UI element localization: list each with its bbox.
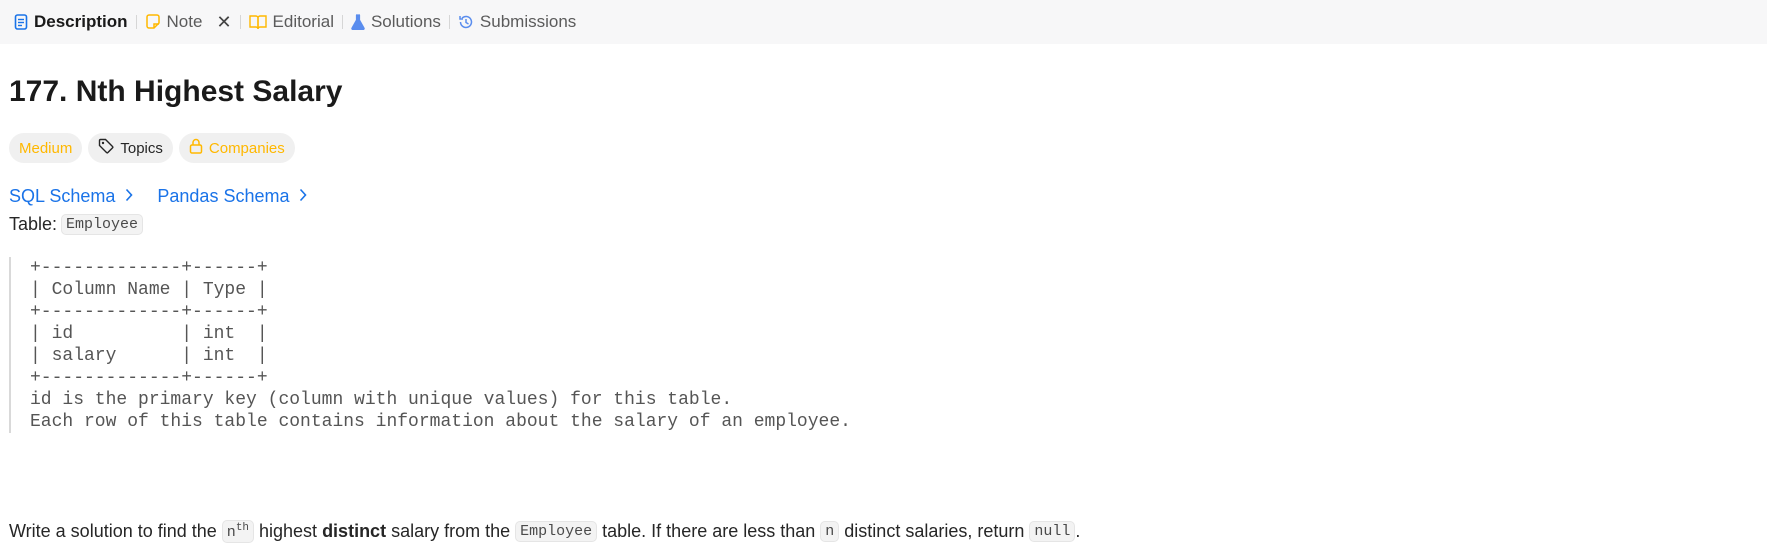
nth-code: nth bbox=[221, 520, 255, 543]
problem-title: 177. Nth Highest Salary bbox=[9, 75, 343, 108]
n-code: n bbox=[820, 521, 840, 542]
null-code: null bbox=[1029, 521, 1076, 542]
lock-icon bbox=[189, 138, 203, 158]
topics-label: Topics bbox=[120, 139, 163, 157]
tab-submissions[interactable]: Submissions bbox=[450, 0, 584, 44]
pandas-schema-link[interactable]: Pandas Schema bbox=[157, 185, 308, 207]
tab-editorial[interactable]: Editorial bbox=[241, 0, 342, 44]
difficulty-badge: Medium bbox=[9, 133, 83, 163]
table-name-line: Table: Employee bbox=[9, 211, 1749, 237]
statement-bold: distinct bbox=[322, 521, 387, 541]
companies-label: Companies bbox=[208, 139, 285, 157]
companies-button[interactable]: Companies bbox=[178, 133, 295, 163]
tab-editorial-label: Editorial bbox=[272, 12, 334, 31]
nth-superscript: th bbox=[235, 522, 250, 534]
tab-description-label: Description bbox=[34, 12, 128, 31]
document-icon bbox=[14, 14, 28, 30]
statement-end: . bbox=[1075, 521, 1081, 541]
statement-text: table. If there are less than bbox=[602, 521, 816, 541]
nth-n: n bbox=[226, 524, 236, 541]
statement-text: salary from the bbox=[391, 521, 511, 541]
tab-note-label: Note bbox=[166, 12, 203, 31]
book-icon bbox=[248, 14, 267, 30]
note-icon bbox=[145, 14, 161, 30]
tag-icon bbox=[98, 138, 114, 158]
schema-links: SQL Schema Pandas Schema bbox=[9, 183, 1749, 209]
tab-submissions-label: Submissions bbox=[479, 12, 577, 31]
pandas-schema-label: Pandas Schema bbox=[157, 185, 290, 206]
employee-code: Employee bbox=[515, 521, 598, 542]
tab-bar: Description Note ✕ Editorial Solutions S… bbox=[0, 0, 1767, 44]
table-name-code: Employee bbox=[61, 213, 144, 235]
schema-code-block: +-------------+------+ | Column Name | T… bbox=[9, 257, 1749, 433]
problem-description: 177. Nth Highest Salary Medium Topics Co… bbox=[9, 44, 1749, 433]
history-icon bbox=[458, 14, 474, 30]
sql-schema-label: SQL Schema bbox=[9, 185, 116, 206]
tab-description[interactable]: Description bbox=[6, 0, 136, 44]
statement-text: Write a solution to find the bbox=[9, 521, 217, 541]
problem-statement: Write a solution to find the nth highest di… bbox=[9, 520, 1080, 543]
tab-solutions-label: Solutions bbox=[370, 12, 441, 31]
chevron-right-icon bbox=[299, 186, 308, 207]
statement-text: distinct salaries, return bbox=[844, 521, 1025, 541]
badge-row: Medium Topics Companies bbox=[9, 133, 1749, 163]
chevron-right-icon bbox=[125, 186, 133, 207]
sql-schema-link[interactable]: SQL Schema bbox=[9, 186, 133, 207]
close-icon[interactable]: ✕ bbox=[216, 13, 231, 31]
topics-button[interactable]: Topics bbox=[88, 133, 173, 163]
statement-text: highest bbox=[259, 521, 318, 541]
flask-icon bbox=[351, 14, 365, 30]
tab-solutions[interactable]: Solutions bbox=[343, 0, 449, 44]
tab-note[interactable]: Note ✕ bbox=[137, 0, 240, 44]
table-label: Table: bbox=[9, 213, 58, 234]
